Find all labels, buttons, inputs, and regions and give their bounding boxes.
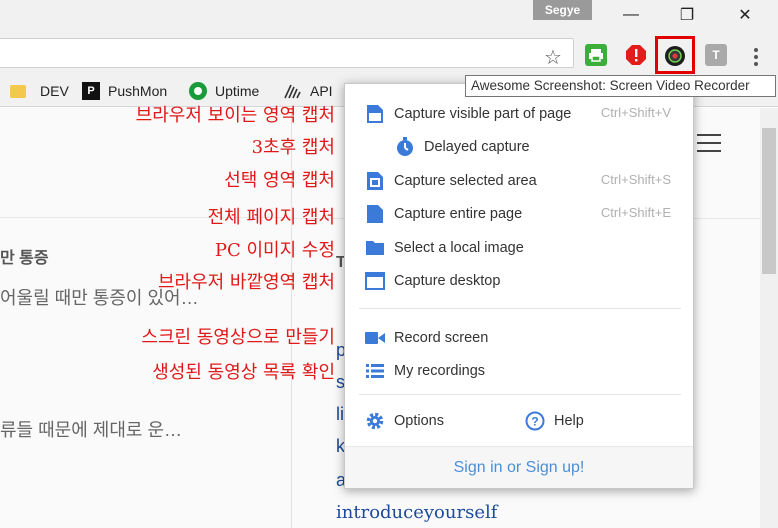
- menu-separator: [359, 308, 681, 309]
- help-icon: ?: [525, 411, 545, 431]
- folder-icon: [10, 84, 26, 98]
- api-icon: [284, 84, 301, 99]
- bookmark-label: API: [310, 83, 333, 99]
- uptime-icon: [189, 82, 207, 100]
- menu-item-label: Delayed capture: [424, 139, 530, 155]
- capture-selected-icon: [365, 171, 385, 191]
- post-heading: 만 통증: [0, 250, 49, 267]
- help-label: Help: [554, 413, 584, 429]
- annotation-local-image: PC 이미지 수정: [214, 240, 335, 261]
- annotation-delayed-capture: 3초후 캡처: [251, 137, 335, 158]
- capture-visible-icon: [365, 104, 385, 124]
- annotation-visible-capture: 브라우저 보이는 영역 캡처: [135, 105, 335, 126]
- timer-icon: [395, 137, 415, 157]
- bookmark-dev[interactable]: DEV: [10, 81, 69, 101]
- menu-item-label: Record screen: [394, 330, 489, 346]
- bookmark-label: PushMon: [108, 83, 168, 99]
- menu-item-capture-selected[interactable]: Capture selected area Ctrl+Shift+S: [345, 165, 693, 197]
- options-label: Options: [394, 413, 444, 429]
- menu-item-capture-desktop[interactable]: Capture desktop: [345, 265, 693, 297]
- options-button[interactable]: Options: [345, 405, 505, 437]
- post-excerpt: 류들 때문에 제대로 운…: [0, 420, 183, 440]
- menu-item-my-recordings[interactable]: My recordings: [345, 355, 693, 387]
- annotation-entire-capture: 전체 페이지 캡처: [207, 207, 335, 228]
- annotation-record-screen: 스크린 동영상으로 만들기: [141, 327, 335, 348]
- menu-item-label: Select a local image: [394, 240, 524, 256]
- menu-item-label: My recordings: [394, 363, 486, 379]
- address-bar[interactable]: [0, 38, 574, 68]
- star-icon[interactable]: ☆: [544, 45, 562, 70]
- awesome-screenshot-icon[interactable]: [664, 45, 686, 67]
- menu-item-record-screen[interactable]: Record screen: [345, 322, 693, 354]
- tag-link-introduceyourself[interactable]: introduceyourself: [336, 502, 497, 523]
- menu-item-capture-entire[interactable]: Capture entire page Ctrl+Shift+E: [345, 198, 693, 230]
- minimize-button[interactable]: —: [608, 0, 654, 30]
- tag-link[interactable]: li: [336, 404, 344, 425]
- menu-item-label: Capture visible part of page: [394, 106, 572, 122]
- svg-text:?: ?: [531, 415, 538, 429]
- shortcut-text: Ctrl+Shift+E: [600, 205, 671, 220]
- menu-item-label: Capture desktop: [394, 273, 501, 289]
- gear-icon: [365, 411, 385, 431]
- desktop-icon: [365, 271, 385, 291]
- window-titlebar: [0, 0, 778, 32]
- scrollbar-thumb[interactable]: [762, 128, 776, 274]
- help-button[interactable]: ? Help: [505, 405, 655, 437]
- menu-item-label: Capture entire page: [394, 206, 523, 222]
- hamburger-menu-icon[interactable]: [697, 134, 721, 152]
- capture-entire-icon: [365, 204, 385, 224]
- menu-item-capture-visible[interactable]: Capture visible part of page Ctrl+Shift+…: [345, 98, 693, 130]
- t-extension-icon[interactable]: T: [705, 44, 727, 66]
- user-profile-badge[interactable]: Segye: [533, 0, 592, 20]
- print-friendly-icon[interactable]: [585, 44, 607, 66]
- menu-item-label: Capture selected area: [394, 173, 537, 189]
- p-icon: P: [82, 82, 100, 100]
- menu-separator: [359, 394, 681, 395]
- annotation-my-recordings: 생성된 동영상 목록 확인: [152, 362, 335, 383]
- folder-icon: [365, 238, 385, 258]
- bookmark-pushmon[interactable]: P PushMon: [82, 81, 167, 101]
- menu-item-select-local-image[interactable]: Select a local image: [345, 232, 693, 264]
- adblock-stop-icon[interactable]: [625, 44, 647, 66]
- annotation-desktop-capture: 브라우저 바깥영역 캡처: [157, 272, 335, 293]
- bookmark-api[interactable]: API: [284, 81, 333, 101]
- list-icon: [365, 361, 385, 381]
- extension-tooltip: Awesome Screenshot: Screen Video Recorde…: [465, 75, 776, 97]
- restore-button[interactable]: ❐: [664, 0, 710, 30]
- bookmark-label: Uptime: [215, 83, 260, 99]
- shortcut-text: Ctrl+Shift+V: [600, 105, 671, 120]
- shortcut-text: Ctrl+Shift+S: [600, 172, 671, 187]
- annotation-selected-capture: 선택 영역 캡처: [224, 170, 335, 191]
- bookmark-uptime[interactable]: Uptime: [189, 81, 259, 101]
- menu-item-delayed-capture[interactable]: Delayed capture: [345, 131, 693, 163]
- bookmark-label: DEV: [40, 83, 69, 99]
- awesome-screenshot-popup: Capture visible part of page Ctrl+Shift+…: [344, 83, 694, 489]
- sign-in-link[interactable]: Sign in or Sign up!: [345, 446, 693, 488]
- video-camera-icon: [365, 328, 385, 348]
- browser-menu-button[interactable]: [746, 44, 766, 70]
- close-window-button[interactable]: ✕: [722, 0, 768, 30]
